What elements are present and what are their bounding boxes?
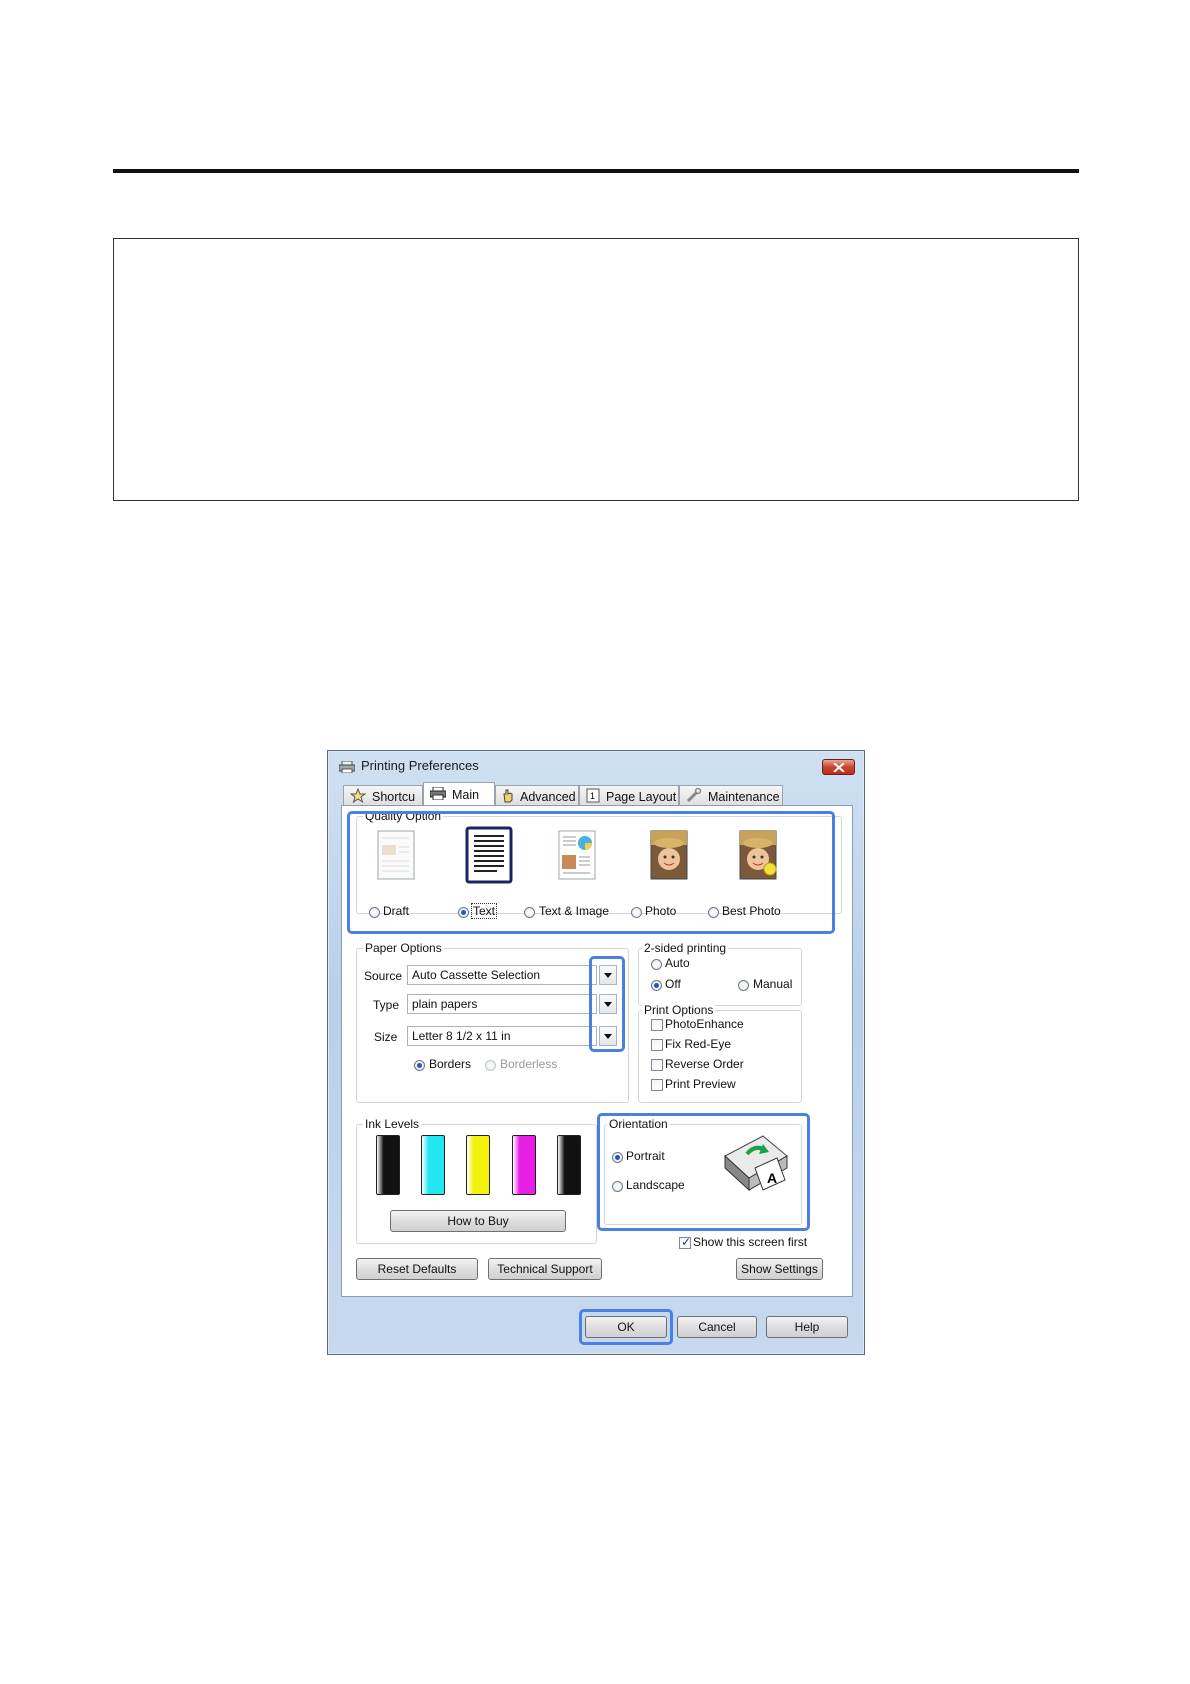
tab-label: Advanced [520, 789, 576, 804]
ink-levels-label: Ink Levels [363, 1117, 422, 1131]
printing-preferences-dialog: Printing Preferences Shortcu Main Advanc… [327, 750, 865, 1355]
two-sided-off-radio[interactable] [651, 980, 662, 991]
show-screen-first-checkbox[interactable] [679, 1235, 691, 1249]
printer-icon [429, 786, 447, 803]
ink-black-2 [557, 1135, 581, 1195]
borderless-radio[interactable] [485, 1060, 496, 1071]
quality-highlight [347, 811, 835, 934]
note-box [113, 238, 1079, 501]
tab-label: Main [452, 788, 480, 802]
reset-defaults-button[interactable]: Reset Defaults [356, 1258, 478, 1280]
cancel-button[interactable]: Cancel [677, 1316, 757, 1338]
ink-cyan [421, 1135, 445, 1195]
two-sided-manual-label: Manual [753, 977, 793, 991]
tab-label: Page Layout [606, 789, 677, 804]
two-sided-auto-radio[interactable] [651, 959, 662, 970]
svg-text:1: 1 [590, 791, 595, 801]
printer-icon [338, 760, 356, 774]
close-icon [833, 763, 845, 772]
show-settings-button[interactable]: Show Settings [736, 1258, 823, 1280]
tab-main[interactable]: Main [423, 782, 495, 807]
paper-options-label: Paper Options [363, 941, 444, 955]
tab-advanced[interactable]: Advanced [495, 785, 579, 807]
fix-red-eye-label: Fix Red-Eye [665, 1037, 732, 1051]
tab-page-layout[interactable]: 1 Page Layout [579, 785, 679, 807]
main-panel: Quality Option Draft Text Text & Image P… [341, 805, 853, 1297]
size-select[interactable]: Letter 8 1/2 x 11 in [407, 1026, 597, 1046]
type-select[interactable]: plain papers [407, 994, 597, 1014]
close-button[interactable] [822, 759, 855, 775]
star-icon [349, 787, 367, 806]
dropdown-highlight [589, 956, 625, 1052]
tab-label: Maintenance [708, 789, 780, 804]
header-rule [113, 169, 1079, 173]
ok-highlight [579, 1309, 673, 1345]
tab-label: Shortcu [372, 789, 416, 804]
tab-shortcuts[interactable]: Shortcu [343, 785, 423, 807]
how-to-buy-button[interactable]: How to Buy [390, 1210, 566, 1232]
print-preview-label: Print Preview [665, 1077, 736, 1091]
hand-icon [502, 788, 514, 806]
reverse-order-checkbox[interactable] [651, 1059, 663, 1071]
print-options-label: Print Options [642, 1003, 716, 1017]
ink-yellow [466, 1135, 490, 1195]
page-icon: 1 [586, 788, 600, 806]
ink-black [376, 1135, 400, 1195]
borderless-label: Borderless [500, 1057, 558, 1071]
source-select[interactable]: Auto Cassette Selection [407, 965, 597, 985]
borders-label: Borders [429, 1057, 472, 1071]
title-bar: Printing Preferences [328, 751, 864, 779]
fix-red-eye-checkbox[interactable] [651, 1039, 663, 1051]
dialog-title: Printing Preferences [361, 758, 479, 773]
two-sided-label: 2-sided printing [642, 941, 729, 955]
print-preview-checkbox[interactable] [651, 1079, 663, 1091]
orientation-highlight [597, 1113, 810, 1231]
two-sided-manual-radio[interactable] [738, 980, 749, 991]
two-sided-auto-label: Auto [665, 956, 690, 970]
ink-magenta [512, 1135, 536, 1195]
show-screen-first-label: Show this screen first [693, 1235, 808, 1249]
two-sided-off-label: Off [665, 977, 681, 991]
reverse-order-label: Reverse Order [665, 1057, 744, 1071]
type-label: Type [373, 998, 400, 1012]
help-button[interactable]: Help [766, 1316, 848, 1338]
borders-radio[interactable] [414, 1060, 425, 1071]
source-label: Source [364, 969, 403, 983]
tab-maintenance[interactable]: Maintenance [679, 785, 783, 807]
technical-support-button[interactable]: Technical Support [488, 1258, 602, 1280]
size-label: Size [374, 1030, 398, 1044]
photoenhance-label: PhotoEnhance [665, 1017, 744, 1031]
photoenhance-checkbox[interactable] [651, 1019, 663, 1031]
wrench-icon [686, 787, 702, 805]
